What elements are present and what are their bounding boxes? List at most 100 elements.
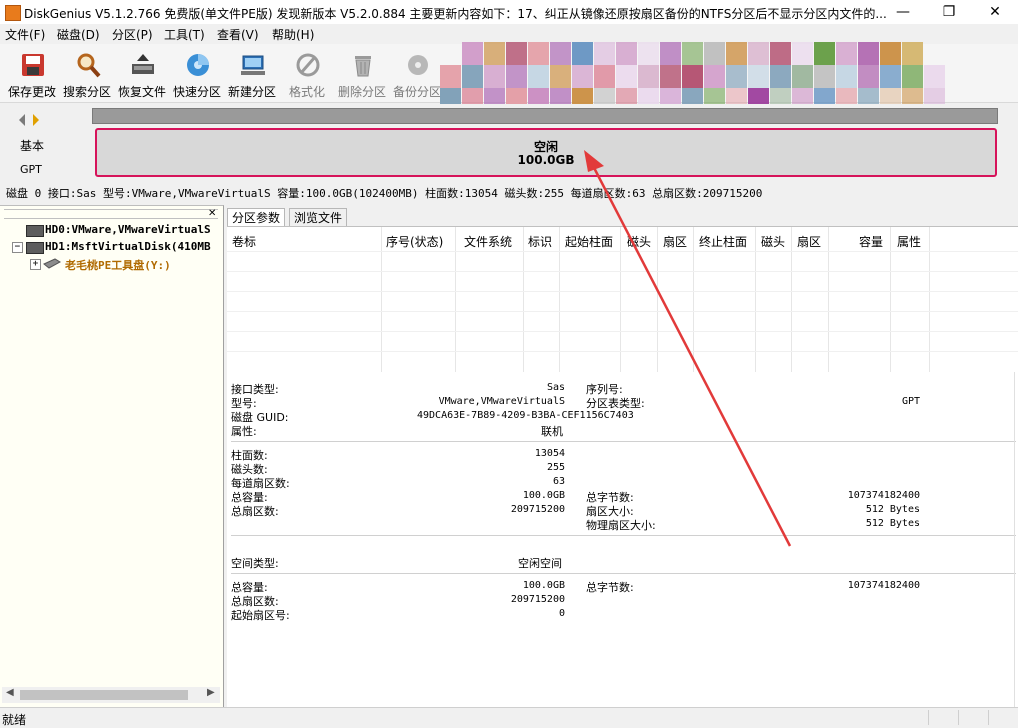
tab-browse-files[interactable]: 浏览文件 xyxy=(289,208,348,227)
quick-partition-button[interactable]: 快速分区 xyxy=(169,50,225,99)
mosaic-cell xyxy=(726,65,747,88)
cylinders-value: 13054 xyxy=(534,448,565,459)
tab-partition-params[interactable]: 分区参数 xyxy=(227,208,286,227)
mosaic-cell xyxy=(440,65,461,88)
mosaic-cell xyxy=(550,42,571,65)
disk-style-label: 基本 xyxy=(20,139,45,153)
menu-view[interactable]: 查看(V) xyxy=(217,26,259,43)
scroll-left-icon[interactable]: ◀ xyxy=(6,687,14,698)
close-button[interactable]: ✕ xyxy=(972,0,1018,24)
close-panel-icon[interactable]: ✕ xyxy=(208,208,216,219)
col-header-end-head[interactable]: 磁头 xyxy=(761,233,785,250)
col-header-start-cylinder[interactable]: 起始柱面 xyxy=(565,233,613,250)
mosaic-cell xyxy=(462,65,483,88)
menu-help[interactable]: 帮助(H) xyxy=(272,26,314,43)
disk-tree-panel: ✕ HD0:VMware,VMwareVirtualS − HD1:MsftVi… xyxy=(0,205,224,708)
recover-files-icon xyxy=(132,54,154,74)
partition-table-type-value: GPT xyxy=(901,396,920,407)
delete-partition-button[interactable]: 删除分区 xyxy=(334,50,390,99)
mosaic-cell xyxy=(462,42,483,65)
mosaic-cell xyxy=(638,42,659,65)
free-total-bytes-label: 总字节数: xyxy=(586,581,634,594)
mosaic-cell xyxy=(814,65,835,88)
col-header-end-cylinder[interactable]: 终止柱面 xyxy=(699,233,747,250)
mosaic-cell xyxy=(836,65,857,88)
tree-item-hd1-label: HD1:MsftVirtualDisk(410MB xyxy=(45,240,211,253)
backup-icon xyxy=(408,55,428,75)
col-header-start-head[interactable]: 磁头 xyxy=(627,233,651,250)
col-header-id[interactable]: 标识 xyxy=(528,233,552,250)
heads-value: 255 xyxy=(546,462,565,473)
mosaic-cell xyxy=(858,42,879,65)
disk-nav-arrows-icon[interactable] xyxy=(17,113,47,127)
search-partition-button[interactable]: 搜索分区 xyxy=(59,50,115,99)
backup-partition-button[interactable]: 备份分区 xyxy=(389,50,445,99)
col-header-capacity[interactable]: 容量 xyxy=(859,233,883,250)
menu-partition[interactable]: 分区(P) xyxy=(112,26,153,43)
physical-sector-size-label: 物理扇区大小: xyxy=(586,519,656,532)
start-sector-label: 起始扇区号: xyxy=(231,609,290,622)
menu-tools[interactable]: 工具(T) xyxy=(164,26,205,43)
disk-info-line: 磁盘 0 接口:Sas 型号:VMware,VMwareVirtualS 容量:… xyxy=(6,187,763,200)
start-sector-value: 0 xyxy=(558,608,565,619)
mosaic-cell xyxy=(528,42,549,65)
partition-table-type-label: 分区表类型: xyxy=(586,397,645,410)
mosaic-cell xyxy=(594,42,615,65)
save-changes-button[interactable]: 保存更改 xyxy=(4,50,60,99)
expand-icon[interactable]: + xyxy=(30,259,41,270)
space-type-label: 空间类型: xyxy=(231,557,279,570)
disk-guid-value: 49DCA63E-7B89-4209-B3BA-CEF1156C7403 xyxy=(417,410,634,421)
total-capacity-value: 100.0GB xyxy=(522,490,565,501)
menu-bar: 文件(F) 磁盘(D) 分区(P) 工具(T) 查看(V) 帮助(H) xyxy=(0,24,1018,44)
scrollbar-thumb[interactable] xyxy=(20,690,188,700)
collapse-icon[interactable]: − xyxy=(12,242,23,253)
col-header-end-sector[interactable]: 扇区 xyxy=(797,233,821,250)
app-icon xyxy=(5,5,21,21)
mosaic-cell xyxy=(792,65,813,88)
mosaic-cell xyxy=(748,65,769,88)
status-text: 就绪 xyxy=(2,713,27,727)
col-header-attributes[interactable]: 属性 xyxy=(897,233,921,250)
window-title: DiskGenius V5.1.2.766 免费版(单文件PE版) 发现新版本 … xyxy=(24,7,887,21)
mosaic-cell xyxy=(506,65,527,88)
interface-type-value: Sas xyxy=(546,382,565,393)
scroll-right-icon[interactable]: ▶ xyxy=(207,687,215,698)
mosaic-cell xyxy=(902,65,923,88)
col-header-volume-label[interactable]: 卷标 xyxy=(232,233,256,250)
mosaic-cell xyxy=(616,42,637,65)
attributes-label: 属性: xyxy=(231,425,257,438)
free-total-sectors-value: 209715200 xyxy=(510,594,565,605)
col-header-start-sector[interactable]: 扇区 xyxy=(663,233,687,250)
quick-partition-icon xyxy=(187,54,209,76)
mosaic-cell xyxy=(770,65,791,88)
mosaic-cell xyxy=(572,42,593,65)
mosaic-cell xyxy=(858,65,879,88)
maximize-button[interactable]: ❐ xyxy=(926,0,972,24)
recover-files-button[interactable]: 恢复文件 xyxy=(114,50,170,99)
format-icon xyxy=(296,53,320,77)
minimize-button[interactable]: — xyxy=(880,0,926,24)
magnifier-icon xyxy=(77,53,101,78)
mosaic-cell xyxy=(924,65,945,88)
menu-file[interactable]: 文件(F) xyxy=(5,26,45,43)
mosaic-cell xyxy=(792,42,813,65)
col-header-filesystem[interactable]: 文件系统 xyxy=(464,233,512,250)
status-bar: 就绪 xyxy=(0,707,1018,727)
volume-drive-icon xyxy=(43,258,61,269)
total-bytes-value: 107374182400 xyxy=(847,490,920,501)
mosaic-cell xyxy=(770,42,791,65)
format-button[interactable]: 格式化 xyxy=(279,50,335,99)
mosaic-cell xyxy=(682,42,703,65)
attributes-value: 联机 xyxy=(541,425,563,438)
free-space-block[interactable]: 空闲 100.0GB xyxy=(95,128,997,177)
mosaic-cell xyxy=(594,65,615,88)
col-header-index-status[interactable]: 序号(状态) xyxy=(386,233,443,250)
mosaic-cell xyxy=(704,65,725,88)
sectors-per-track-value: 63 xyxy=(552,476,565,487)
mosaic-cell xyxy=(528,65,549,88)
tree-horizontal-scrollbar[interactable]: ◀ ▶ xyxy=(2,687,220,703)
mosaic-cell xyxy=(682,65,703,88)
disk-header-bar xyxy=(92,108,998,124)
menu-disk[interactable]: 磁盘(D) xyxy=(57,26,100,43)
new-partition-button[interactable]: 新建分区 xyxy=(224,50,280,99)
